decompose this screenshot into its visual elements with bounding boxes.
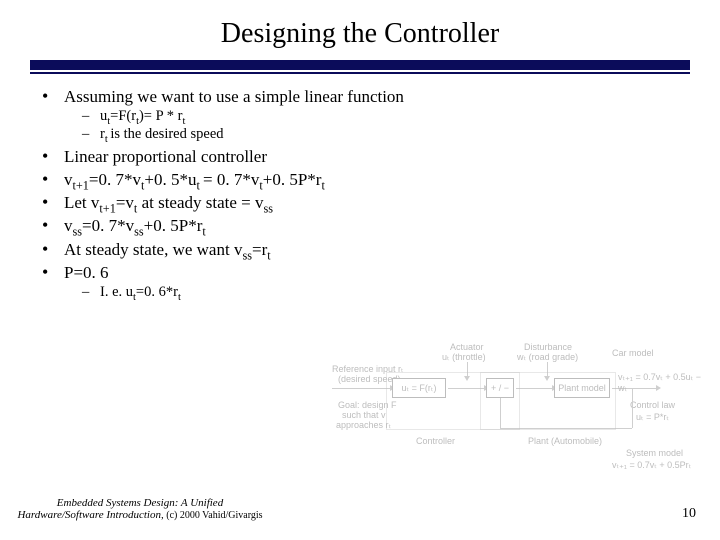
footer: Embedded Systems Design: A Unified Hardw… [0,497,720,522]
controllaw-label: Control law [630,400,675,410]
bullet-3: vt+1=0. 7*vt+0. 5*ut = 0. 7*vt+0. 5P*rt [42,169,690,190]
eq-carmodel: vₜ₊₁ = 0.7vₜ + 0.5uₜ − wₜ [618,372,702,394]
s: ss [134,225,144,239]
disturbance-label: Disturbance [524,342,572,352]
actuator-label: Actuator [450,342,484,352]
f-box: uₜ = F(rₜ) [392,378,446,398]
sysmodel-eq: vₜ₊₁ = 0.7vₜ + 0.5Prₜ [612,460,691,471]
t: +0. 5P*r [263,170,322,189]
s: t+1 [73,178,89,192]
t: +0. 5*u [144,170,196,189]
t: = 0. 7*v [203,170,259,189]
s: t [202,225,205,239]
t: at steady state = v [137,193,263,212]
slide-body: Assuming we want to use a simple linear … [30,86,690,301]
s: t+1 [99,201,115,215]
t: =r [252,240,267,259]
eq-controllaw: uₜ = P*rₜ [636,412,669,423]
bullet-1-text: Assuming we want to use a simple linear … [64,87,404,106]
goal-1: Goal: design F [338,400,397,410]
bullet-1: Assuming we want to use a simple linear … [42,86,690,144]
t: v [64,216,73,235]
title-rule [30,60,690,74]
goal-3: approaches rₜ [336,420,391,431]
t: Let v [64,193,99,212]
bullet-7: P=0. 6 I. e. ut=0. 6*rt [42,262,690,301]
page-number: 10 [682,506,696,522]
t: =0. 7*v [82,216,134,235]
t: is the desired speed [110,126,223,142]
s: t [267,248,270,262]
bullet-2: Linear proportional controller [42,146,690,167]
credit-line-1: Embedded Systems Design: A Unified [57,497,223,509]
t: I. e. u [100,284,133,300]
t: At steady state, we want v [64,240,242,259]
t: v [64,170,73,189]
s: ss [242,248,252,262]
controller-label: Controller [416,436,455,446]
t: =0. 6*r [136,284,178,300]
credit-line-2: Hardware/Software Introduction, [17,509,163,521]
plantmodel-box: Plant model [554,378,610,398]
bullet-4: Let vt+1=vt at steady state = vss [42,192,690,213]
block-diagram: Actuator uₜ (throttle) Disturbance wₜ (r… [332,342,702,482]
bullet-7-sub-1: I. e. ut=0. 6*rt [82,283,690,301]
s: t [321,178,324,192]
sum-box: + / − [486,378,514,398]
t: +0. 5P*r [144,216,203,235]
s: ss [264,201,274,215]
footer-credit: Embedded Systems Design: A Unified Hardw… [10,497,270,522]
t: =F(r [110,108,136,124]
slide-title: Designing the Controller [30,18,690,50]
plant-label: Plant (Automobile) [528,436,602,446]
t: )= P * r [139,108,183,124]
actuator-sub: uₜ (throttle) [442,352,486,363]
sysmodel-label: System model [626,448,683,458]
carmodel-label: Car model [612,348,654,358]
t: =0. 7*v [89,170,141,189]
goal-2: such that v [342,410,386,420]
credit-copy: (c) 2000 Vahid/Givargis [164,510,263,521]
s: ss [73,225,83,239]
bullet-6: At steady state, we want vss=rt [42,239,690,260]
t: =v [116,193,134,212]
s: t [178,292,181,303]
bullet-1-sub-2: rt is the desired speed [82,125,690,143]
bullet-7-text: P=0. 6 [64,263,109,282]
bullet-1-sub-1: ut=F(rt)= P * rt [82,107,690,125]
bullet-2-text: Linear proportional controller [64,147,267,166]
bullet-5: vss=0. 7*vss+0. 5P*rt [42,215,690,236]
